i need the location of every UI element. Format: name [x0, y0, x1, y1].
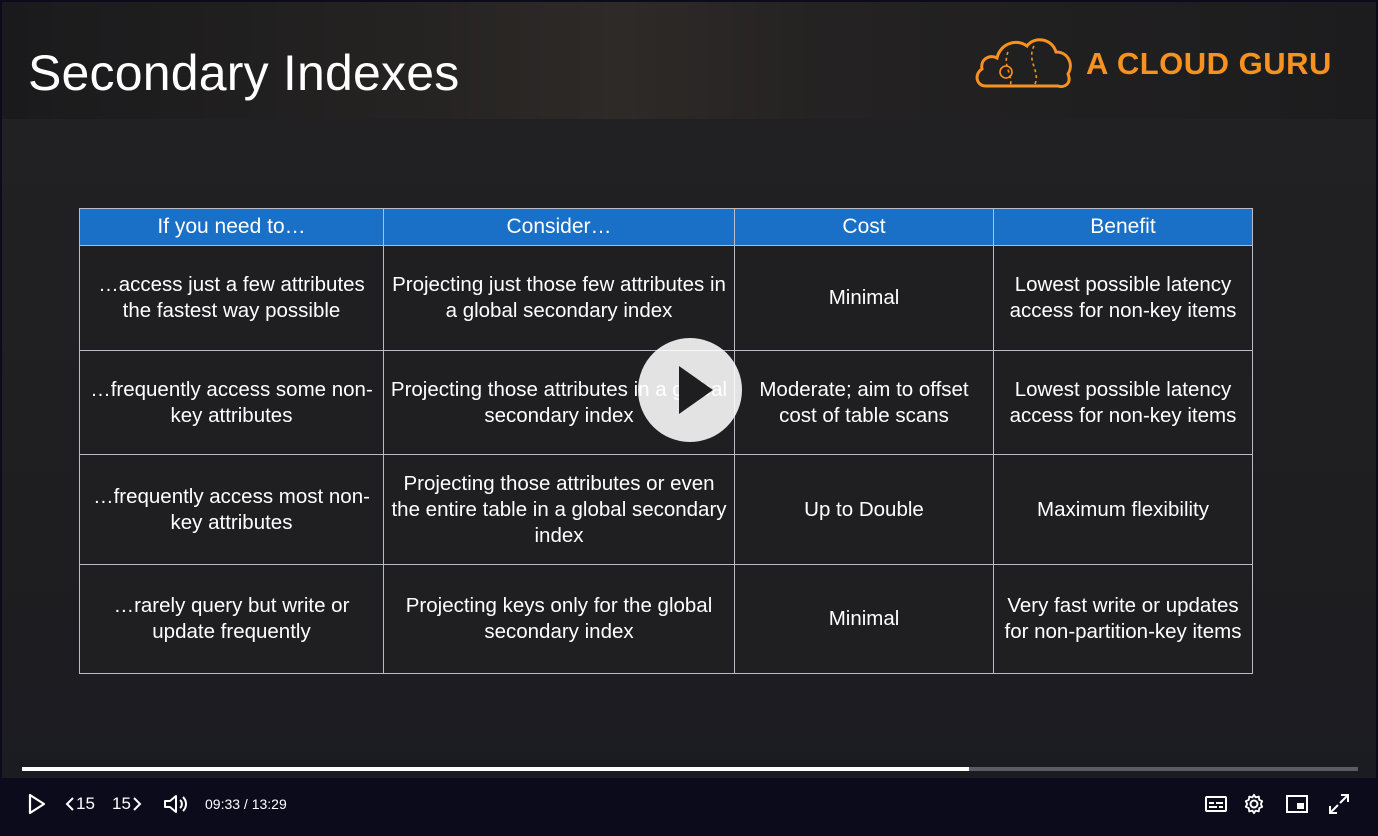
table-cell: Projecting those attributes or even the … — [383, 454, 735, 565]
rewind-15-button[interactable]: 15 — [64, 780, 95, 828]
table-cell: Lowest possible latency access for non-k… — [993, 350, 1253, 455]
table-cell: Minimal — [734, 245, 994, 351]
column-header: Cost — [734, 208, 994, 246]
table-row: …rarely query but write or update freque… — [79, 564, 1253, 674]
table-cell: Projecting keys only for the global seco… — [383, 564, 735, 674]
column-header: Benefit — [993, 208, 1253, 246]
table-row: …access just a few attributes the fastes… — [79, 245, 1253, 351]
fullscreen-button[interactable] — [1327, 780, 1351, 828]
forward-15-button[interactable]: 15 — [112, 780, 143, 828]
forward-15-label: 15 — [112, 794, 131, 813]
progress-fill — [22, 767, 970, 771]
settings-icon — [1244, 793, 1264, 815]
captions-button[interactable] — [1204, 780, 1228, 828]
player-controls: 15 15 09:33 / 13:29 — [0, 780, 1378, 836]
play-icon — [28, 793, 46, 815]
column-header: If you need to… — [79, 208, 384, 246]
table-cell: …rarely query but write or update freque… — [79, 564, 384, 674]
picture-in-picture-button[interactable] — [1285, 780, 1309, 828]
video-player: Secondary Indexes A CLOUD GURU If you ne… — [0, 0, 1378, 836]
table-cell: Maximum flexibility — [993, 454, 1253, 565]
secondary-index-table: If you need to… Consider… Cost Benefit …… — [79, 208, 1253, 674]
picture-in-picture-icon — [1286, 795, 1308, 813]
volume-button[interactable] — [162, 780, 188, 828]
time-display: 09:33 / 13:29 — [205, 796, 287, 812]
table-header-row: If you need to… Consider… Cost Benefit — [79, 208, 1253, 246]
settings-button[interactable] — [1242, 780, 1266, 828]
big-play-button[interactable] — [638, 338, 742, 442]
table-cell: Minimal — [734, 564, 994, 674]
table-row: …frequently access most non-key attribut… — [79, 454, 1253, 565]
table-cell: Moderate; aim to offset cost of table sc… — [734, 350, 994, 455]
table-cell: Lowest possible latency access for non-k… — [993, 245, 1253, 351]
fullscreen-icon — [1329, 794, 1349, 814]
forward-15-icon — [133, 797, 142, 811]
captions-icon — [1205, 796, 1227, 812]
slide-title: Secondary Indexes — [28, 45, 460, 101]
logo-text: A CLOUD GURU — [1086, 46, 1332, 81]
column-header: Consider… — [383, 208, 735, 246]
video-frame[interactable]: Secondary Indexes A CLOUD GURU If you ne… — [2, 2, 1376, 778]
table-cell: …frequently access most non-key attribut… — [79, 454, 384, 565]
progress-bar[interactable] — [22, 767, 1358, 771]
table-cell: Very fast write or updates for non-parti… — [993, 564, 1253, 674]
table-cell: …access just a few attributes the fastes… — [79, 245, 384, 351]
volume-icon — [164, 795, 187, 813]
a-cloud-guru-logo: A CLOUD GURU — [972, 32, 1352, 94]
cloud-logo-icon — [975, 38, 1072, 88]
rewind-15-label: 15 — [76, 794, 95, 813]
table-cell: Projecting just those few attributes in … — [383, 245, 735, 351]
big-play-icon — [679, 366, 713, 414]
rewind-15-icon — [65, 797, 74, 811]
table-cell: …frequently access some non-key attribut… — [79, 350, 384, 455]
table-cell: Up to Double — [734, 454, 994, 565]
play-button[interactable] — [24, 780, 48, 828]
